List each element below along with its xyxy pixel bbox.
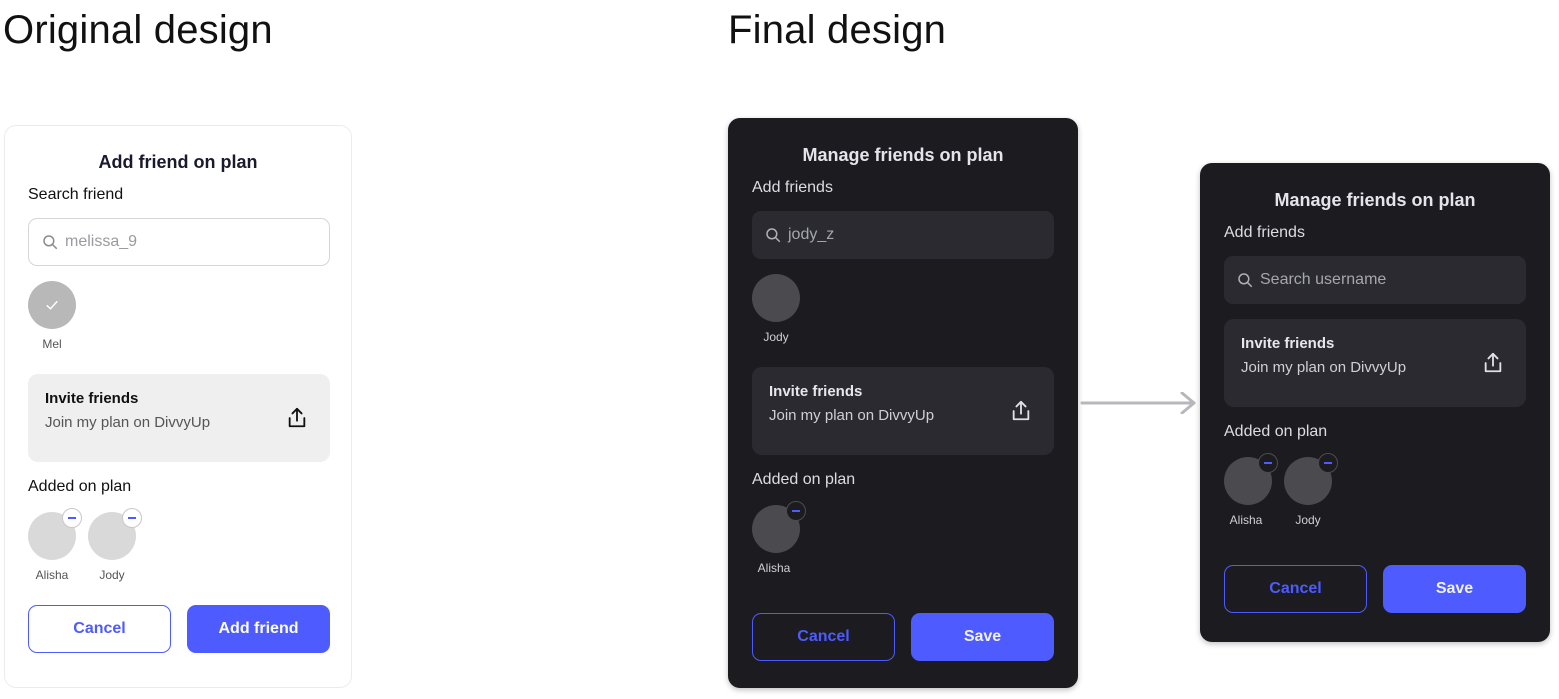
added-name: Alisha <box>757 561 791 575</box>
save-button[interactable]: Save <box>1383 565 1526 613</box>
share-icon[interactable] <box>286 406 308 430</box>
remove-friend-button[interactable] <box>786 501 806 521</box>
remove-friend-button[interactable] <box>1258 453 1278 473</box>
invite-subtitle: Join my plan on DivvyUp <box>769 407 935 424</box>
modal-title: Manage friends on plan <box>802 145 1004 165</box>
added-avatar-alisha <box>28 508 82 560</box>
cancel-button[interactable]: Cancel <box>1224 565 1367 613</box>
added-name: Alisha <box>35 568 69 582</box>
invite-friends-card[interactable]: Invite friends Join my plan on DivvyUp <box>1224 319 1526 407</box>
added-avatar-alisha <box>1224 453 1278 505</box>
cancel-button[interactable]: Cancel <box>752 613 895 661</box>
share-icon[interactable] <box>1010 399 1032 423</box>
add-friend-button[interactable]: Add friend <box>187 605 330 653</box>
remove-friend-button[interactable] <box>122 508 142 528</box>
search-input[interactable]: melissa_9 <box>28 218 330 266</box>
search-result-name: Mel <box>42 337 62 351</box>
search-icon <box>1238 273 1253 288</box>
added-name: Alisha <box>1229 513 1263 527</box>
added-on-plan-label: Added on plan <box>28 478 132 495</box>
original-design-modal: Add friend on plan Search friend melissa… <box>4 125 352 688</box>
cancel-button[interactable]: Cancel <box>28 605 171 653</box>
search-input-value: melissa_9 <box>65 233 138 250</box>
modal-title: Manage friends on plan <box>1274 190 1476 210</box>
added-on-plan-label: Added on plan <box>752 471 856 488</box>
invite-title: Invite friends <box>769 383 863 400</box>
final-design-modal-default: Manage friends on plan Add friends Searc… <box>1200 163 1550 642</box>
transition-arrow-icon <box>1080 392 1196 414</box>
remove-friend-button[interactable] <box>62 508 82 528</box>
final-design-modal-search: Manage friends on plan Add friends jody_… <box>728 118 1078 688</box>
search-result-name: Jody <box>763 330 789 344</box>
search-result-avatar[interactable] <box>752 274 800 322</box>
check-icon <box>46 300 58 310</box>
added-name: Jody <box>99 568 125 582</box>
added-name: Jody <box>1295 513 1321 527</box>
invite-subtitle: Join my plan on DivvyUp <box>1241 359 1407 376</box>
search-input-value: jody_z <box>788 226 835 243</box>
invite-friends-card[interactable]: Invite friends Join my plan on DivvyUp <box>28 374 330 462</box>
save-button[interactable]: Save <box>911 613 1054 661</box>
added-on-plan-label: Added on plan <box>1224 423 1328 440</box>
final-design-heading: Final design <box>728 8 947 52</box>
add-friends-label: Add friends <box>752 179 833 196</box>
search-label: Search friend <box>28 186 124 203</box>
invite-title: Invite friends <box>1241 335 1335 352</box>
invite-friends-card[interactable]: Invite friends Join my plan on DivvyUp <box>752 367 1054 455</box>
search-icon <box>766 228 781 243</box>
added-avatar-alisha <box>752 501 806 553</box>
search-icon <box>43 235 58 250</box>
share-icon[interactable] <box>1482 351 1504 375</box>
add-friends-label: Add friends <box>1224 224 1305 241</box>
original-design-heading: Original design <box>3 8 273 52</box>
search-input[interactable]: Search username <box>1224 256 1526 304</box>
added-avatar-jody <box>1284 453 1338 505</box>
invite-subtitle: Join my plan on DivvyUp <box>45 414 211 431</box>
added-avatar-jody <box>88 508 142 560</box>
invite-title: Invite friends <box>45 390 139 407</box>
search-input-placeholder: Search username <box>1260 271 1387 288</box>
modal-title: Add friend on plan <box>98 152 258 172</box>
remove-friend-button[interactable] <box>1318 453 1338 473</box>
search-result-avatar[interactable] <box>28 281 76 329</box>
search-input[interactable]: jody_z <box>752 211 1054 259</box>
